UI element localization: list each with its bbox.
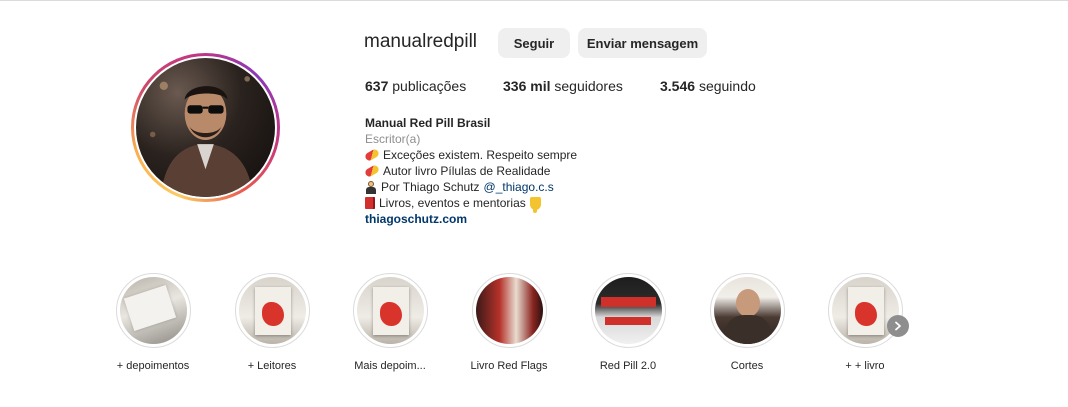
highlight-cover[interactable] [115,273,191,348]
follow-button[interactable]: Seguir [498,28,570,58]
highlight-item[interactable]: Cortes [687,273,807,372]
highlight-label: Red Pill 2.0 [599,360,657,372]
highlight-cover[interactable] [590,273,666,348]
chevron-right-icon [895,321,901,331]
profile-full-name: Manual Red Pill Brasil [365,116,491,130]
highlight-label: Mais depoim... [354,360,426,372]
following-stat[interactable]: 3.546 seguindo [660,78,756,94]
profile-username: manualredpill [364,31,478,52]
judge-icon [365,180,377,194]
highlight-label: + Leitores [247,360,297,372]
pill-icon [363,148,381,162]
profile-bio: Manual Red Pill Brasil Escritor(a) Exceç… [363,115,577,227]
highlight-label: + depoimentos [116,360,190,372]
avatar-portrait [149,76,253,197]
bio-line-1: Exceções existem. Respeito sempre [363,147,577,163]
website-link[interactable]: thiagoschutz.com [365,211,577,227]
followers-label: seguidores [554,78,623,94]
pointing-down-icon [529,196,541,213]
red-book-icon [365,197,375,209]
bio-line-3: Por Thiago Schutz @_thiago.c.s [365,179,577,195]
highlight-label: Cortes [730,360,764,372]
highlight-item[interactable]: Red Pill 2.0 [568,273,688,372]
following-count: 3.546 [660,78,696,94]
posts-count: 637 [365,78,389,94]
highlight-cover[interactable] [827,273,903,348]
highlight-label: + + livro [845,360,885,372]
profile-avatar-story-ring[interactable] [131,53,280,202]
followers-count: 336 mil [503,78,551,94]
posts-label: publicações [392,78,467,94]
bio-line-2: Autor livro Pílulas de Realidade [363,163,577,179]
highlight-item[interactable]: Mais depoim... [330,273,450,372]
bio-line-4: Livros, eventos e mentorias [365,195,577,213]
posts-stat: 637 publicações [365,78,466,94]
highlight-item[interactable]: Livro Red Flags [449,273,569,372]
followers-stat[interactable]: 336 mil seguidores [503,78,623,94]
highlight-item[interactable]: + depoimentos [93,273,213,372]
highlight-label: Livro Red Flags [470,360,548,372]
profile-avatar [136,58,275,197]
mention-link[interactable]: @_thiago.c.s [484,179,554,195]
pill-icon [363,164,381,178]
profile-category: Escritor(a) [365,132,421,146]
highlights-next-button[interactable] [887,315,909,337]
highlight-cover[interactable] [234,273,310,348]
highlight-cover[interactable] [352,273,428,348]
following-label: seguindo [698,78,756,94]
highlight-item[interactable]: + Leitores [212,273,332,372]
send-message-button[interactable]: Enviar mensagem [578,28,707,58]
highlight-cover[interactable] [709,273,785,348]
top-divider [0,0,1068,1]
highlight-cover[interactable] [471,273,547,348]
